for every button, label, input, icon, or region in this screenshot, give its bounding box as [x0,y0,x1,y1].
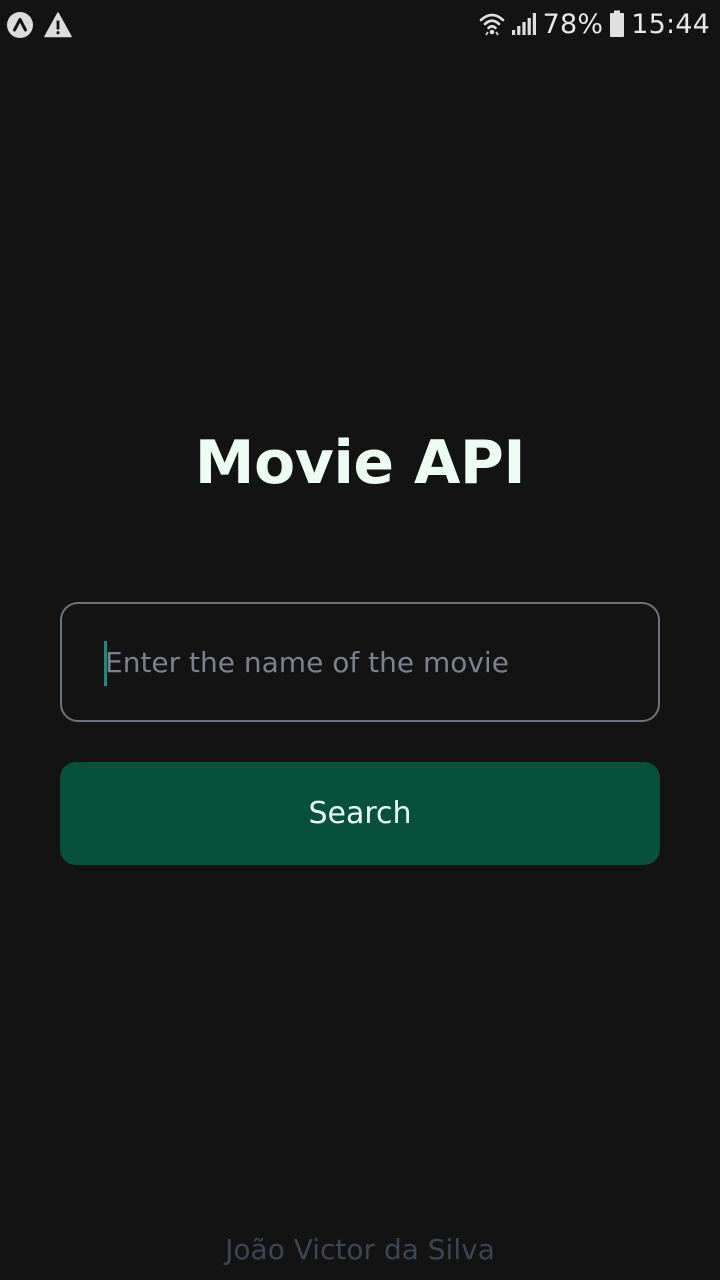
status-bar-left [6,11,72,44]
status-bar: 78% 15:44 [0,0,720,50]
app-notification-icon [6,11,34,44]
search-button[interactable]: Search [60,762,660,865]
battery-percent: 78% [542,8,604,40]
movie-name-input[interactable] [105,604,625,720]
app-screen: 78% 15:44 Movie API Search João Victor d… [0,0,720,1280]
warning-icon [44,12,72,43]
signal-icon [511,12,537,36]
search-field[interactable] [60,602,660,722]
footer-author: João Victor da Silva [225,1233,495,1266]
status-bar-right: 78% 15:44 [479,6,710,42]
page-title: Movie API [194,428,526,498]
clock: 15:44 [631,8,710,40]
wifi-icon [479,11,505,37]
battery-icon [609,10,625,38]
